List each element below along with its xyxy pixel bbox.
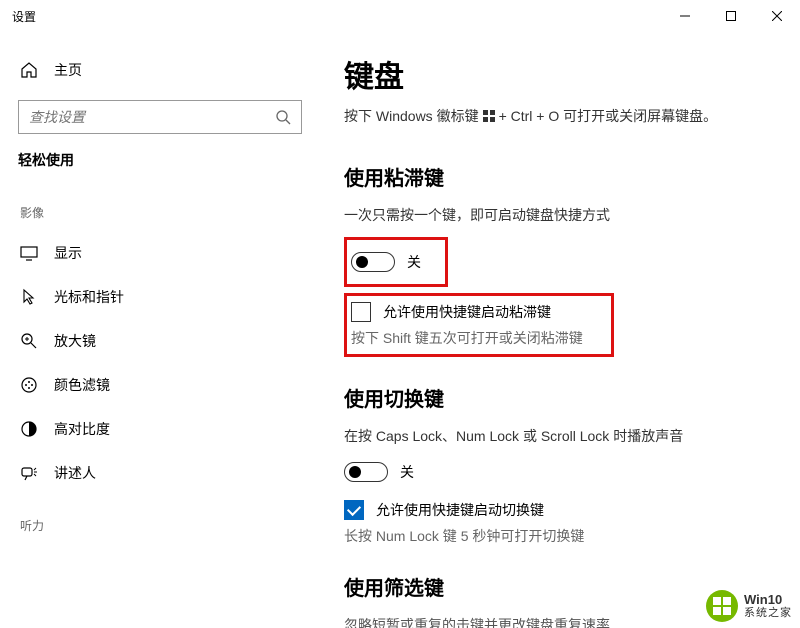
sticky-shortcut-hint: 按下 Shift 键五次可打开或关闭粘滞键 bbox=[351, 328, 583, 348]
watermark-line1: Win10 bbox=[744, 593, 792, 607]
sidebar-item-cursor[interactable]: 光标和指针 bbox=[0, 275, 320, 319]
main-content: 键盘 按下 Windows 徽标键 + Ctrl + O 可打开或关闭屏幕键盘。… bbox=[320, 32, 800, 628]
toggle-keys-shortcut-checkbox[interactable] bbox=[344, 500, 364, 520]
sidebar-item-magnifier[interactable]: 放大镜 bbox=[0, 319, 320, 363]
sticky-keys-title: 使用粘滞键 bbox=[344, 162, 776, 191]
highlight-box-1: 关 bbox=[344, 237, 448, 287]
sidebar-item-label: 颜色滤镜 bbox=[54, 375, 110, 395]
search-input[interactable] bbox=[29, 109, 275, 125]
section-header: 轻松使用 bbox=[0, 150, 320, 182]
watermark-logo-icon bbox=[706, 590, 738, 622]
toggle-keys-shortcut-label: 允许使用快捷键启动切换键 bbox=[376, 500, 544, 520]
colorfilter-icon bbox=[20, 376, 38, 394]
watermark: Win10 系统之家 bbox=[706, 590, 792, 622]
narrator-icon bbox=[20, 464, 38, 482]
sidebar-item-label: 显示 bbox=[54, 243, 82, 263]
toggle-keys-hint: 长按 Num Lock 键 5 秒钟可打开切换键 bbox=[344, 526, 776, 546]
toggle-keys-title: 使用切换键 bbox=[344, 383, 776, 412]
search-icon bbox=[275, 109, 291, 125]
sidebar-item-contrast[interactable]: 高对比度 bbox=[0, 407, 320, 451]
sticky-keys-toggle[interactable] bbox=[351, 252, 395, 272]
sidebar-item-colorfilter[interactable]: 颜色滤镜 bbox=[0, 363, 320, 407]
display-icon bbox=[20, 244, 38, 262]
sticky-toggle-state: 关 bbox=[407, 252, 421, 272]
sidebar: 主页 轻松使用 影像 显示 光标和指针 放大镜 bbox=[0, 32, 320, 628]
contrast-icon bbox=[20, 420, 38, 438]
cursor-icon bbox=[20, 288, 38, 306]
highlight-box-2: 允许使用快捷键启动粘滞键 按下 Shift 键五次可打开或关闭粘滞键 bbox=[344, 293, 614, 357]
sidebar-item-label: 放大镜 bbox=[54, 331, 96, 351]
search-input-container[interactable] bbox=[18, 100, 302, 134]
sidebar-item-label: 光标和指针 bbox=[54, 287, 124, 307]
home-link[interactable]: 主页 bbox=[0, 50, 320, 90]
toggle-keys-desc: 在按 Caps Lock、Num Lock 或 Scroll Lock 时播放声… bbox=[344, 426, 776, 446]
category-vision: 影像 bbox=[0, 182, 320, 231]
page-title: 键盘 bbox=[344, 52, 776, 96]
maximize-button[interactable] bbox=[708, 0, 754, 32]
sidebar-item-label: 讲述人 bbox=[54, 463, 96, 483]
magnifier-icon bbox=[20, 332, 38, 350]
toggle-keys-toggle[interactable] bbox=[344, 462, 388, 482]
toggle-keys-state: 关 bbox=[400, 462, 414, 482]
home-label: 主页 bbox=[54, 60, 82, 80]
sidebar-item-display[interactable]: 显示 bbox=[0, 231, 320, 275]
minimize-button[interactable] bbox=[662, 0, 708, 32]
sidebar-item-narrator[interactable]: 讲述人 bbox=[0, 451, 320, 495]
sticky-shortcut-label: 允许使用快捷键启动粘滞键 bbox=[383, 302, 551, 322]
sidebar-item-label: 高对比度 bbox=[54, 419, 110, 439]
close-button[interactable] bbox=[754, 0, 800, 32]
category-hearing: 听力 bbox=[0, 495, 320, 544]
window-title: 设置 bbox=[12, 8, 36, 25]
home-icon bbox=[20, 61, 38, 79]
windows-logo-icon bbox=[483, 110, 495, 122]
keyboard-shortcut-note: 按下 Windows 徽标键 + Ctrl + O 可打开或关闭屏幕键盘。 bbox=[344, 106, 776, 126]
sticky-keys-desc: 一次只需按一个键，即可启动键盘快捷方式 bbox=[344, 205, 776, 225]
watermark-line2: 系统之家 bbox=[744, 607, 792, 619]
sticky-shortcut-checkbox[interactable] bbox=[351, 302, 371, 322]
